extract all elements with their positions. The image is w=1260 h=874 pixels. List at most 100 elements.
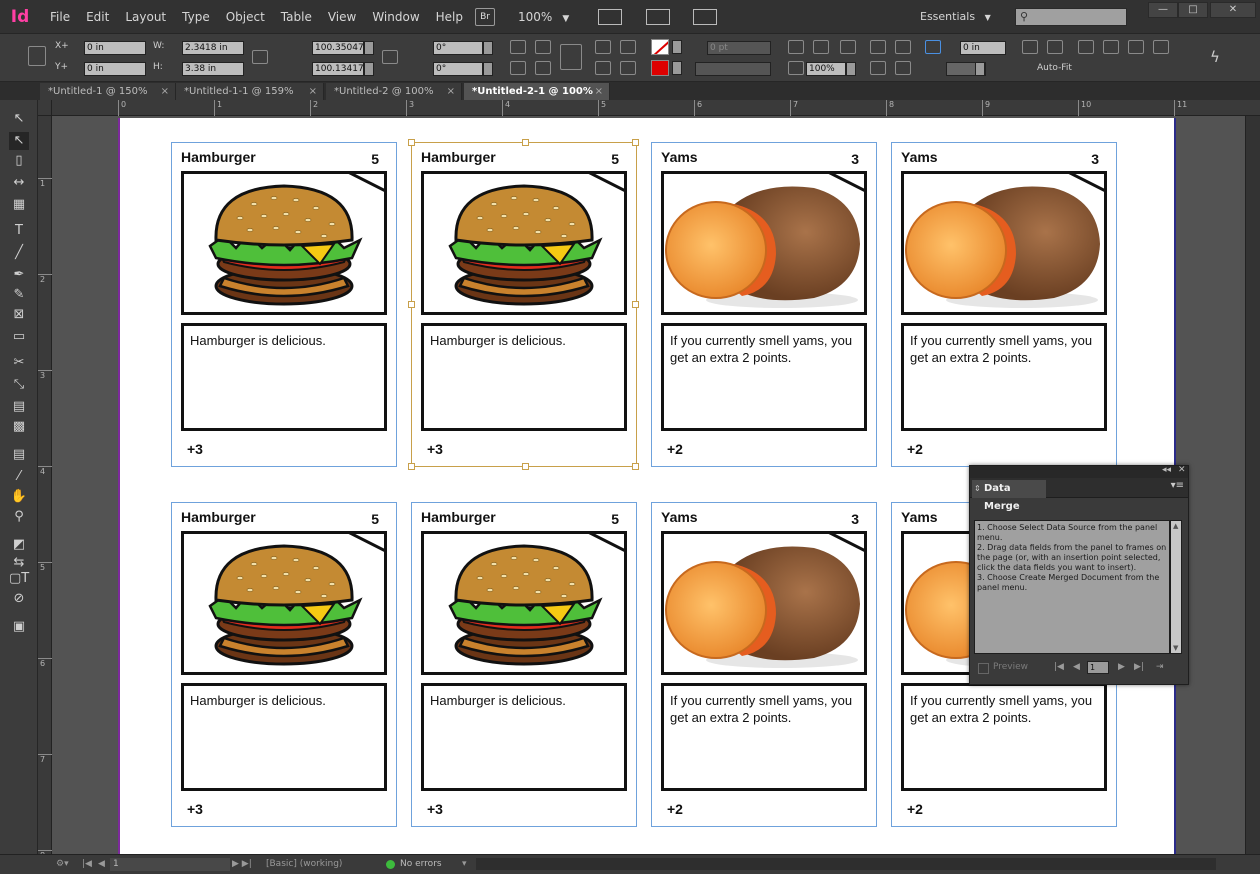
card-points[interactable]: +2 <box>907 436 926 462</box>
selection-handle[interactable] <box>632 301 639 308</box>
chevron-down-icon[interactable] <box>364 62 374 76</box>
chevron-down-icon[interactable] <box>483 62 493 76</box>
minimize-button[interactable]: — <box>1148 2 1178 18</box>
page-options-icon[interactable]: ⚙▾ <box>56 855 69 873</box>
card-frame[interactable]: Yams 3 If you currently smell yams, you ge… <box>651 502 877 827</box>
vertical-scrollbar[interactable] <box>1245 116 1260 854</box>
width-field[interactable]: 2.3418 in <box>182 41 244 55</box>
selection-handle[interactable] <box>522 139 529 146</box>
stroke-swatch[interactable] <box>651 60 669 76</box>
maximize-button[interactable]: □ <box>1178 2 1208 18</box>
card-cost[interactable]: 5 <box>369 147 379 171</box>
note-tool-icon[interactable]: ▤ <box>9 446 29 464</box>
fill-frame-icon[interactable] <box>1022 40 1038 54</box>
horizontal-ruler[interactable]: 0 1 2 3 4 5 6 7 8 9 10 11 <box>52 100 1260 116</box>
menu-item[interactable]: Type <box>174 0 218 34</box>
card-text-frame[interactable]: If you currently smell yams, you get an … <box>901 323 1107 431</box>
card-title[interactable]: Hamburger <box>181 149 256 165</box>
hand-tool-icon[interactable]: ✋ <box>9 488 29 506</box>
menu-item[interactable]: Layout <box>117 0 174 34</box>
selection-handle[interactable] <box>522 463 529 470</box>
wrap-jump-icon[interactable] <box>895 61 911 75</box>
page-tool-icon[interactable]: ▯ <box>9 152 29 170</box>
center-content-icon[interactable] <box>1103 40 1119 54</box>
card-art-frame[interactable] <box>421 171 627 315</box>
menu-item[interactable]: View <box>320 0 364 34</box>
card-cost[interactable]: 5 <box>369 507 379 531</box>
card-text-frame[interactable]: Hamburger is delicious. <box>181 683 387 791</box>
selection-handle[interactable] <box>408 301 415 308</box>
menu-item[interactable]: Table <box>273 0 320 34</box>
first-page-icon[interactable]: |◀ <box>82 855 92 873</box>
rotate-cw-icon[interactable] <box>510 40 526 54</box>
document-tab[interactable]: *Untitled-2 @ 100% × <box>326 83 462 100</box>
next-page-icon[interactable]: ▶ ▶| <box>232 855 252 873</box>
arrange-documents-icon[interactable] <box>693 9 717 25</box>
collapse-icon[interactable]: ◂◂ <box>1162 465 1171 475</box>
card-title[interactable]: Hamburger <box>421 149 496 165</box>
select-container-icon[interactable] <box>595 40 611 54</box>
card-cost[interactable]: 3 <box>849 507 859 531</box>
document-tab[interactable]: *Untitled-2-1 @ 100% × <box>464 83 610 100</box>
bridge-button[interactable]: Br <box>475 8 495 26</box>
chevron-down-icon[interactable]: ▾ <box>462 855 467 873</box>
scale-y-field[interactable]: 100.13417 <box>312 62 364 76</box>
card-art-frame[interactable] <box>181 171 387 315</box>
scale-x-field[interactable]: 100.35047 <box>312 41 364 55</box>
preflight-status[interactable]: No errors <box>400 855 442 873</box>
card-frame[interactable]: Hamburger 5 Hamburger is delicious. +3 <box>171 502 397 827</box>
card-points[interactable]: +2 <box>907 796 926 822</box>
close-window-button[interactable]: ✕ <box>1210 2 1256 18</box>
card-frame[interactable]: Hamburger 5 Hamburger is delicious. +3 <box>411 502 637 827</box>
menu-item[interactable]: Object <box>218 0 273 34</box>
line-tool-icon[interactable]: ╱ <box>9 244 29 262</box>
pen-tool-icon[interactable]: ✒ <box>9 266 29 284</box>
frame-fitting-icon[interactable] <box>925 40 941 54</box>
record-number-field[interactable]: 1 <box>1087 661 1109 674</box>
chevron-right-icon[interactable] <box>846 62 856 76</box>
card-title[interactable]: Hamburger <box>181 509 256 525</box>
vertical-ruler[interactable]: 12345678 <box>38 116 52 860</box>
ruler-origin[interactable] <box>38 100 52 116</box>
gradient-feather-tool-icon[interactable]: ▩ <box>9 418 29 436</box>
chevron-down-icon[interactable] <box>975 62 985 76</box>
selection-tool-icon[interactable]: ↖ <box>9 110 29 128</box>
card-text-frame[interactable]: Hamburger is delicious. <box>421 323 627 431</box>
instructions-scrollbar[interactable]: ▲ ▼ <box>1170 520 1182 654</box>
constrain-scale-icon[interactable] <box>382 50 398 64</box>
preview-checkbox[interactable] <box>978 663 989 674</box>
card-title[interactable]: Yams <box>661 149 698 165</box>
chevron-right-icon[interactable] <box>672 61 682 75</box>
pencil-tool-icon[interactable]: ✎ <box>9 286 29 304</box>
chevron-down-icon[interactable] <box>364 41 374 55</box>
card-frame[interactable]: Hamburger 5 Hamburger is delicious. +3 <box>408 139 639 470</box>
last-record-icon[interactable]: ▶| <box>1134 662 1144 672</box>
document-tab[interactable]: *Untitled-1 @ 150% × <box>40 83 176 100</box>
height-field[interactable]: 3.38 in <box>182 62 244 76</box>
menu-item[interactable]: Window <box>364 0 427 34</box>
wrap-shape-icon[interactable] <box>870 61 886 75</box>
search-input[interactable]: ⚲ <box>1015 8 1127 26</box>
scroll-down-icon[interactable]: ▼ <box>1173 644 1178 652</box>
fit-frame-icon[interactable] <box>1078 40 1094 54</box>
panel-menu-icon[interactable]: ▾≡ <box>1171 480 1184 491</box>
zoom-tool-icon[interactable]: ⚲ <box>9 508 29 526</box>
selection-handle[interactable] <box>632 139 639 146</box>
rectangle-frame-tool-icon[interactable]: ⊠ <box>9 306 29 324</box>
card-points[interactable]: +2 <box>667 436 686 462</box>
document-tab[interactable]: *Untitled-1-1 @ 159% × <box>176 83 324 100</box>
close-icon[interactable]: × <box>447 83 455 100</box>
formatting-container-icon[interactable]: ▢T <box>9 570 29 588</box>
direct-selection-tool-icon[interactable]: ↖ <box>9 132 29 150</box>
selection-handle[interactable] <box>408 139 415 146</box>
reference-point-icon[interactable] <box>28 46 46 66</box>
select-content-icon[interactable] <box>620 40 636 54</box>
card-cost[interactable]: 5 <box>609 147 619 171</box>
card-title[interactable]: Hamburger <box>421 509 496 525</box>
rectangle-tool-icon[interactable]: ▭ <box>9 328 29 346</box>
panel-header[interactable]: ◂◂ ✕ <box>970 465 1188 478</box>
card-points[interactable]: +3 <box>187 796 206 822</box>
fill-stroke-icon[interactable]: ◩ <box>9 536 29 554</box>
card-cost[interactable]: 5 <box>609 507 619 531</box>
card-art-frame[interactable] <box>901 171 1107 315</box>
